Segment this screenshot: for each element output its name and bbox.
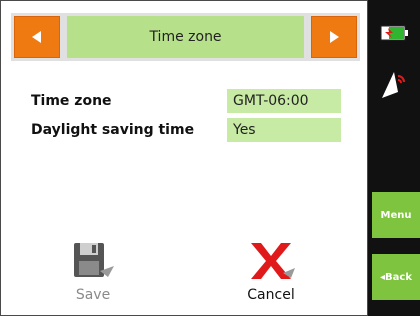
gps-signal-icon — [382, 72, 405, 98]
cancel-button[interactable]: Cancel — [235, 241, 307, 303]
timezone-label: Time zone — [31, 93, 112, 109]
next-button[interactable] — [311, 16, 357, 58]
side-panel: Menu ◂Back — [368, 0, 420, 316]
header-bar: Time zone — [11, 13, 360, 61]
cancel-label: Cancel — [247, 287, 295, 303]
left-arrow-icon — [32, 31, 41, 43]
save-button[interactable]: Save — [63, 241, 123, 303]
prev-button[interactable] — [14, 16, 60, 58]
red-x-icon — [251, 243, 295, 279]
floppy-disk-icon — [74, 243, 114, 277]
dst-value[interactable]: Yes — [227, 118, 341, 142]
dst-label: Daylight saving time — [31, 122, 195, 138]
timezone-value[interactable]: GMT-06:00 — [227, 89, 341, 113]
page-title: Time zone — [67, 16, 304, 58]
back-button[interactable]: ◂Back — [372, 254, 420, 300]
battery-icon — [380, 25, 408, 41]
right-arrow-icon — [330, 31, 339, 43]
menu-button[interactable]: Menu — [372, 192, 420, 238]
main-screen: Time zone Time zone GMT-06:00 Daylight s… — [0, 0, 368, 316]
save-label: Save — [75, 287, 111, 303]
